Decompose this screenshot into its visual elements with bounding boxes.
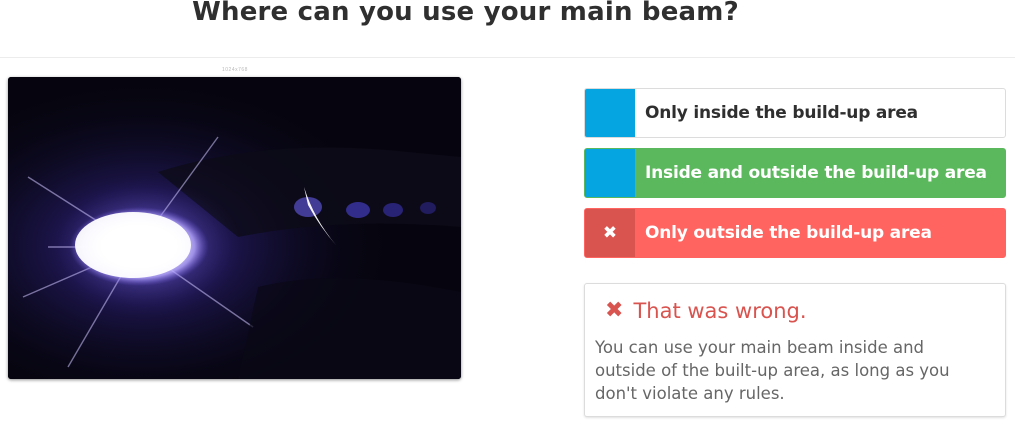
feedback-panel: ✖ That was wrong. You can use your main … <box>584 283 1006 417</box>
answer-option-2[interactable]: Inside and outside the build-up area <box>584 148 1006 198</box>
answer-option-3[interactable]: ✖ Only outside the build-up area <box>584 208 1006 258</box>
answer-marker <box>585 89 635 137</box>
feedback-explanation: You can use your main beam inside and ou… <box>595 338 950 403</box>
answer-option-1[interactable]: Only inside the build-up area <box>584 88 1006 138</box>
close-icon: ✖ <box>605 298 624 323</box>
close-icon: ✖ <box>585 209 635 257</box>
answer-label: Inside and outside the build-up area <box>645 163 987 183</box>
quiz-page: Where can you use your main beam? 1024x7… <box>0 0 1015 436</box>
header-divider <box>0 57 1015 58</box>
answer-label: Only outside the build-up area <box>645 223 932 243</box>
image-caption: 1024x768 <box>222 67 248 73</box>
question-title: Where can you use your main beam? <box>192 0 739 27</box>
question-photo <box>8 77 461 379</box>
feedback-heading-row: ✖ That was wrong. <box>605 298 807 323</box>
feedback-heading: That was wrong. <box>633 298 807 323</box>
answer-label: Only inside the build-up area <box>645 103 918 123</box>
answer-marker <box>585 149 635 197</box>
